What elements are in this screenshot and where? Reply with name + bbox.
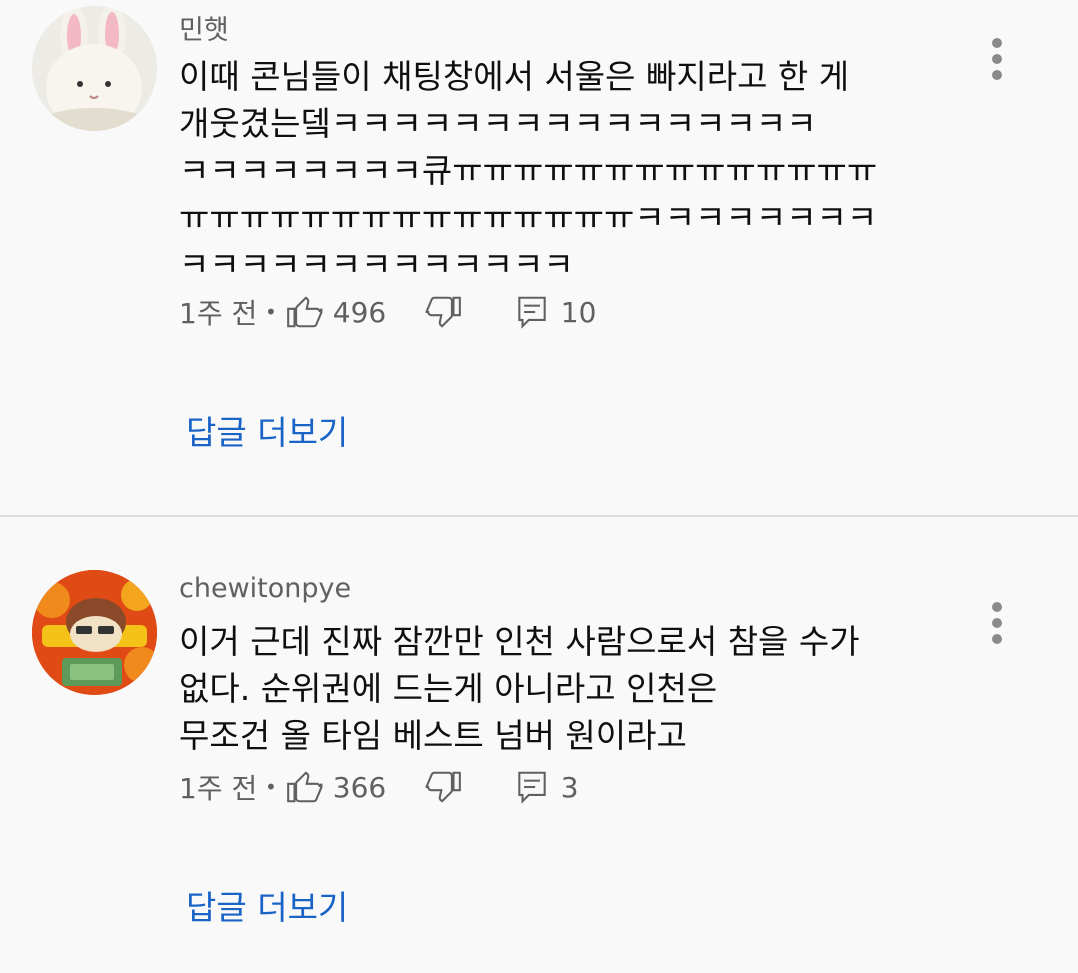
like-count: 496 [332,295,387,329]
view-replies-link[interactable]: 답글 더보기 [186,881,348,929]
reply-count: 3 [560,770,579,804]
comment-author[interactable]: chewitonpye [179,573,351,604]
thumbs-down-icon[interactable] [425,768,463,806]
comment-line: 이거 근데 진짜 잠깐만 인천 사람으로서 참을 수가 [179,622,860,661]
comment-thread: 민햇 이때 콘님들이 채팅창에서 서울은 빠지라고 한 게 개웃겼는뎈ㅋㅋㅋㅋㅋ… [0,0,1078,515]
comment-text: 이거 근데 진짜 잠깐만 인천 사람으로서 참을 수가 없다. 순위권에 드는게… [179,618,909,759]
like-count: 366 [332,770,387,804]
comment-line: ㅠㅠㅠㅠㅠㅠㅠㅠㅠㅠㅠㅠㅠㅠㅠㅋㅋㅋㅋㅋㅋㅋㅋ [179,198,878,237]
comment-line: ㅋㅋㅋㅋㅋㅋㅋㅋ큐ㅠㅠㅠㅠㅠㅠㅠㅠㅠㅠㅠㅠㅠㅠ [179,151,878,190]
comment-actions: 1주 전 • 496 10 [179,292,596,332]
reply-count: 10 [560,295,597,329]
comment-actions: 1주 전 • 366 3 [179,767,579,807]
comment-time: 1주 전 [179,297,258,330]
comment-time: 1주 전 [179,772,258,805]
more-options-icon[interactable] [980,33,1014,85]
more-options-icon[interactable] [980,597,1014,649]
view-replies-link[interactable]: 답글 더보기 [186,406,348,454]
comment-line: ㅋㅋㅋㅋㅋㅋㅋㅋㅋㅋㅋㅋㅋ [179,245,574,284]
cartoon-avatar-icon [32,570,157,695]
separator-dot: • [265,775,277,799]
avatar[interactable] [32,570,157,695]
separator-dot: • [265,300,277,324]
comment-text: 이때 콘님들이 채팅창에서 서울은 빠지라고 한 게 개웃겼는뎈ㅋㅋㅋㅋㅋㅋㅋㅋ… [179,53,909,288]
comment-line: 무조건 올 타임 베스트 넘버 원이라고 [179,716,687,755]
thumbs-up-icon[interactable] [285,293,323,331]
comment-line: 이때 콘님들이 채팅창에서 서울은 빠지라고 한 게 [179,57,850,96]
comment-thread: chewitonpye 이거 근데 진짜 잠깐만 인천 사람으로서 참을 수가 … [0,517,1078,973]
avatar[interactable] [32,6,157,131]
reply-icon[interactable] [513,768,551,806]
thumbs-up-icon[interactable] [285,768,323,806]
comment-line: 없다. 순위권에 드는게 아니라고 인천은 [179,669,718,708]
rabbit-avatar-icon [32,6,157,131]
reply-icon[interactable] [513,293,551,331]
thumbs-down-icon[interactable] [425,293,463,331]
comment-line: 개웃겼는뎈ㅋㅋㅋㅋㅋㅋㅋㅋㅋㅋㅋㅋㅋㅋㅋㅋ [179,104,817,143]
comment-author[interactable]: 민햇 [179,8,229,47]
